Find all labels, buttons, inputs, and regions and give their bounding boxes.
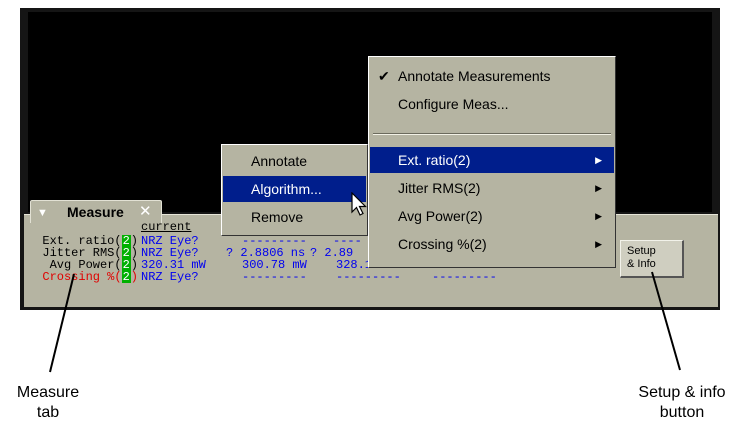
callout-text: Setup & info — [638, 384, 726, 401]
callout-lines — [49, 271, 681, 373]
callout-text: tab — [36, 404, 60, 421]
measure-tab-callout: Measure tab — [0, 383, 96, 423]
callout-text: Measure — [16, 384, 80, 401]
setup-info-callout: Setup & info button — [622, 383, 742, 423]
callout-text: button — [659, 404, 705, 421]
measure-tab-callout-line — [49, 273, 75, 373]
setup-info-callout-line — [651, 271, 681, 371]
